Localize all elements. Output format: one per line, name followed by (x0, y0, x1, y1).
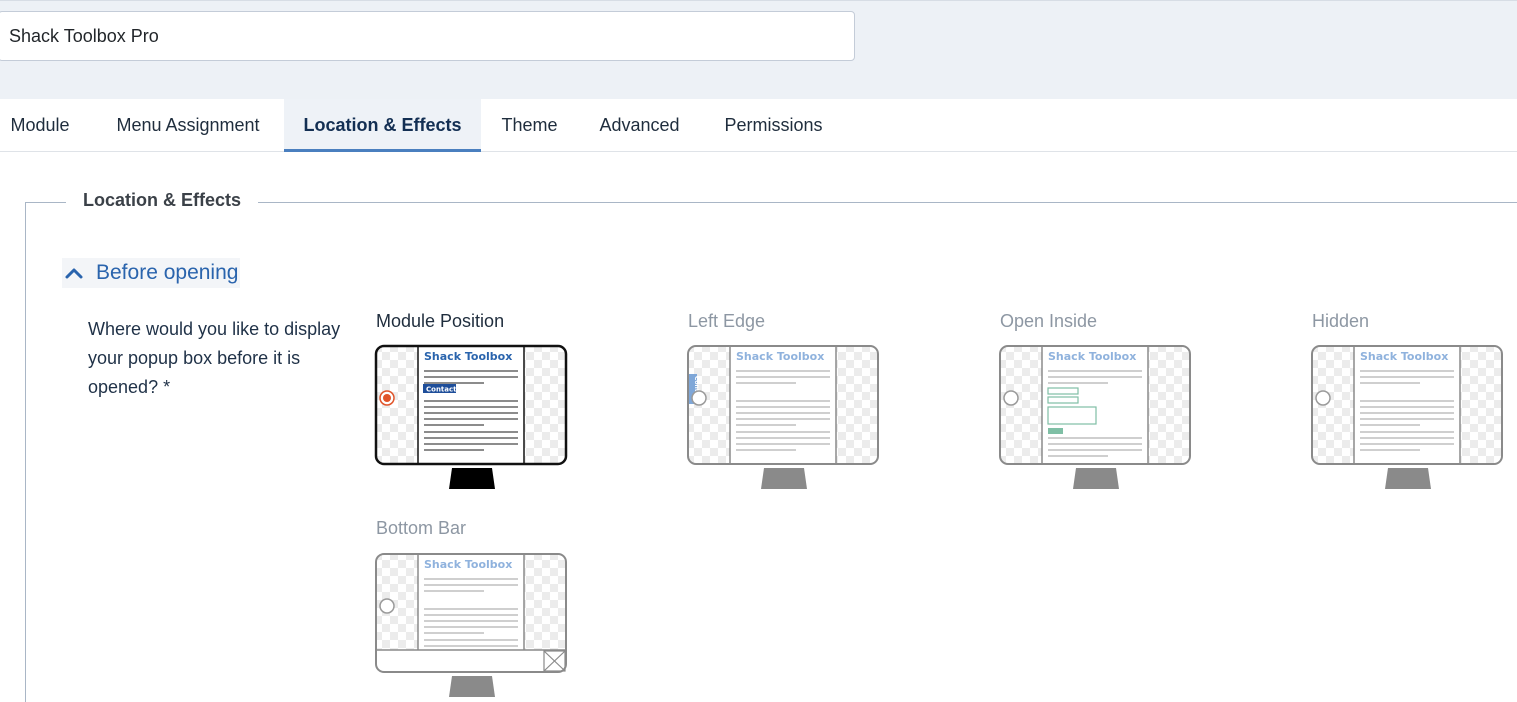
option-hidden[interactable]: Shack Toolbox (1310, 344, 1504, 490)
fieldset-legend: Location & Effects (66, 190, 259, 211)
module-title-input[interactable] (0, 11, 855, 61)
option-bottom-bar[interactable]: Shack Toolbox (374, 552, 568, 698)
tab-module[interactable]: Module (0, 99, 80, 152)
option-label-hidden: Hidden (1312, 311, 1370, 331)
fieldset-border-left (25, 202, 26, 702)
chevron-up-icon (65, 268, 83, 279)
preview-heading: Shack Toolbox (1360, 350, 1448, 363)
tab-menu-assignment[interactable]: Menu Assignment (92, 99, 284, 152)
radio-button[interactable] (379, 598, 395, 614)
preview-heading: Shack Toolbox (736, 350, 824, 363)
option-label-bottom-bar: Bottom Bar (376, 518, 467, 538)
tab-bar: Module Menu Assignment Location & Effect… (0, 99, 1517, 152)
option-module-position[interactable]: Shack Toolbox Contact (374, 344, 568, 490)
radio-button[interactable] (1003, 390, 1019, 406)
tab-permissions[interactable]: Permissions (701, 99, 846, 152)
option-label-left-edge: Left Edge (688, 311, 766, 331)
preview-heading: Shack Toolbox (424, 558, 512, 571)
option-label-open-inside: Open Inside (1000, 311, 1098, 331)
tab-advanced[interactable]: Advanced (578, 99, 701, 152)
preview-contact-button: Contact (426, 386, 457, 394)
radio-button[interactable] (1315, 390, 1331, 406)
tab-theme[interactable]: Theme (481, 99, 578, 152)
radio-button[interactable] (691, 390, 707, 406)
preview-heading: Shack Toolbox (1048, 350, 1136, 363)
preview-heading: Shack Toolbox (424, 350, 512, 363)
option-label-module-position: Module Position (376, 311, 505, 331)
option-left-edge[interactable]: Shack Toolbox Contact (686, 344, 880, 490)
accordion-before-opening[interactable]: Before opening (62, 258, 241, 288)
tab-location-effects[interactable]: Location & Effects (284, 99, 481, 152)
accordion-label: Before opening (96, 261, 239, 284)
option-open-inside[interactable]: Shack Toolbox (998, 344, 1192, 490)
field-question-label: Where would you like to display your pop… (88, 319, 341, 397)
